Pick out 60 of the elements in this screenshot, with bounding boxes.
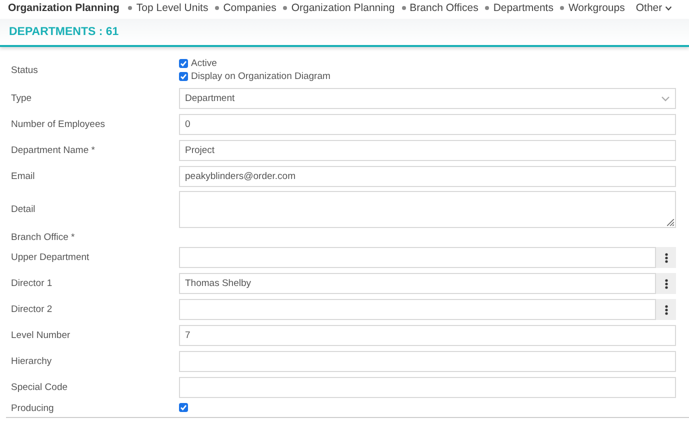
checkbox-label: Display on Organization Diagram (191, 71, 330, 82)
input-field[interactable]: 0 (179, 114, 676, 135)
field-label: Detail (11, 204, 36, 215)
checkbox[interactable] (179, 72, 188, 81)
nav-link[interactable]: Organization Planning (291, 2, 395, 14)
bullet-icon (215, 6, 220, 10)
kebab-icon (664, 304, 668, 314)
field-value: Thomas Shelby (185, 278, 252, 289)
kebab-icon (664, 252, 668, 262)
field-label: Special Code (11, 382, 69, 393)
field-label: Level Number (11, 330, 72, 341)
checkbox[interactable] (179, 59, 188, 68)
other-menu[interactable]: Other (636, 2, 672, 14)
field-label: Status (11, 64, 39, 76)
field-label: Producing (11, 402, 55, 414)
checkbox-label: Active (191, 58, 217, 69)
nav-title: Organization Planning (8, 2, 120, 14)
input-field[interactable] (179, 247, 656, 268)
field-label: Number of Employees (11, 119, 106, 130)
bullet-icon (128, 6, 132, 10)
input-field[interactable] (179, 377, 676, 398)
field-label: Director 2 (11, 304, 54, 315)
field-value: peakyblinders@order.com (185, 171, 296, 182)
field-value: Department (185, 93, 235, 104)
field-value: Project (185, 145, 215, 156)
chevron-down-icon (665, 6, 672, 10)
bullet-icon (485, 6, 490, 10)
input-field[interactable] (179, 299, 656, 320)
input-field[interactable] (179, 351, 676, 372)
field-label: Director 1 (11, 278, 54, 289)
checkbox[interactable] (179, 402, 188, 412)
bullet-icon (402, 6, 406, 10)
nav-link[interactable]: Branch Offices (410, 2, 478, 14)
field-label: Upper Department (11, 252, 90, 263)
field-value: 7 (185, 330, 190, 341)
nav-link[interactable]: Companies (223, 2, 276, 14)
resize-grip-icon[interactable] (667, 219, 674, 226)
field-label: Email (11, 171, 36, 182)
nav-link[interactable]: Top Level Units (136, 2, 208, 14)
nav-link[interactable]: Workgroups (568, 2, 625, 14)
field-value: 0 (185, 119, 190, 130)
more-options-button[interactable] (656, 299, 676, 320)
bullet-icon (283, 6, 288, 10)
input-field[interactable]: Thomas Shelby (179, 273, 656, 294)
field-label: Type (11, 93, 33, 104)
kebab-icon (664, 278, 668, 288)
page-title: DEPARTMENTS : 61 (9, 26, 119, 38)
field-label: Department Name * (11, 145, 96, 156)
field-label: Branch Office * (11, 232, 76, 242)
more-options-button[interactable] (656, 273, 676, 294)
type-select[interactable]: Department (179, 88, 676, 109)
nav-link[interactable]: Departments (493, 2, 554, 14)
input-field[interactable]: peakyblinders@order.com (179, 166, 676, 187)
input-field[interactable]: 7 (179, 325, 676, 346)
chevron-down-icon (661, 96, 670, 102)
textarea-field[interactable] (179, 191, 676, 228)
bullet-icon (560, 6, 564, 10)
more-options-button[interactable] (656, 247, 676, 268)
field-label: Hierarchy (11, 356, 53, 367)
input-field[interactable]: Project (179, 140, 676, 161)
